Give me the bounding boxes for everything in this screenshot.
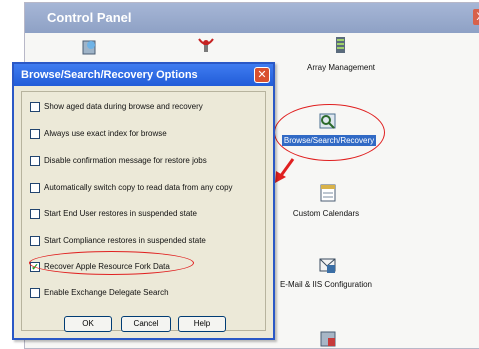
ok-button[interactable]: OK: [64, 316, 112, 332]
checkbox[interactable]: [30, 288, 40, 298]
checkbox[interactable]: [30, 129, 40, 139]
dialog-close-button[interactable]: ✕: [254, 67, 270, 83]
option-exact-index[interactable]: Always use exact index for browse: [30, 127, 167, 141]
dialog-title: Browse/Search/Recovery Options: [14, 64, 273, 86]
storage-icon[interactable]: [79, 37, 101, 57]
options-group: Show aged data during browse and recover…: [21, 91, 266, 331]
checkbox[interactable]: [30, 102, 40, 112]
email-iis-label[interactable]: E-Mail & IIS Configuration: [269, 280, 383, 289]
calendar-icon[interactable]: [317, 183, 339, 203]
highlight-ellipse-browse: [274, 104, 385, 161]
control-panel-close-button[interactable]: X: [473, 9, 479, 25]
option-disable-confirmation[interactable]: Disable confirmation message for restore…: [30, 154, 207, 168]
config-icon[interactable]: [317, 329, 339, 349]
checkbox[interactable]: [30, 236, 40, 246]
array-icon[interactable]: [331, 35, 353, 55]
red-arrow-icon: [275, 158, 295, 183]
option-show-aged-data[interactable]: Show aged data during browse and recover…: [30, 100, 203, 114]
help-button[interactable]: Help: [178, 316, 226, 332]
checkbox[interactable]: [30, 183, 40, 193]
control-panel-title: Control Panel: [25, 3, 479, 33]
checkbox[interactable]: [30, 156, 40, 166]
option-end-user-suspended[interactable]: Start End User restores in suspended sta…: [30, 207, 197, 221]
array-management-label[interactable]: Array Management: [289, 63, 393, 72]
checkbox[interactable]: [30, 209, 40, 219]
option-compliance-suspended[interactable]: Start Compliance restores in suspended s…: [30, 234, 206, 248]
option-auto-switch-copy[interactable]: Automatically switch copy to read data f…: [30, 181, 233, 195]
email-icon[interactable]: [317, 255, 339, 275]
highlight-ellipse-apple-fork: [29, 251, 194, 275]
alert-icon[interactable]: [195, 35, 217, 55]
option-exchange-delegate[interactable]: Enable Exchange Delegate Search: [30, 286, 169, 300]
custom-calendars-label[interactable]: Custom Calendars: [274, 209, 378, 218]
cancel-button[interactable]: Cancel: [121, 316, 171, 332]
options-dialog: Browse/Search/Recovery Options ✕ Show ag…: [12, 62, 275, 340]
